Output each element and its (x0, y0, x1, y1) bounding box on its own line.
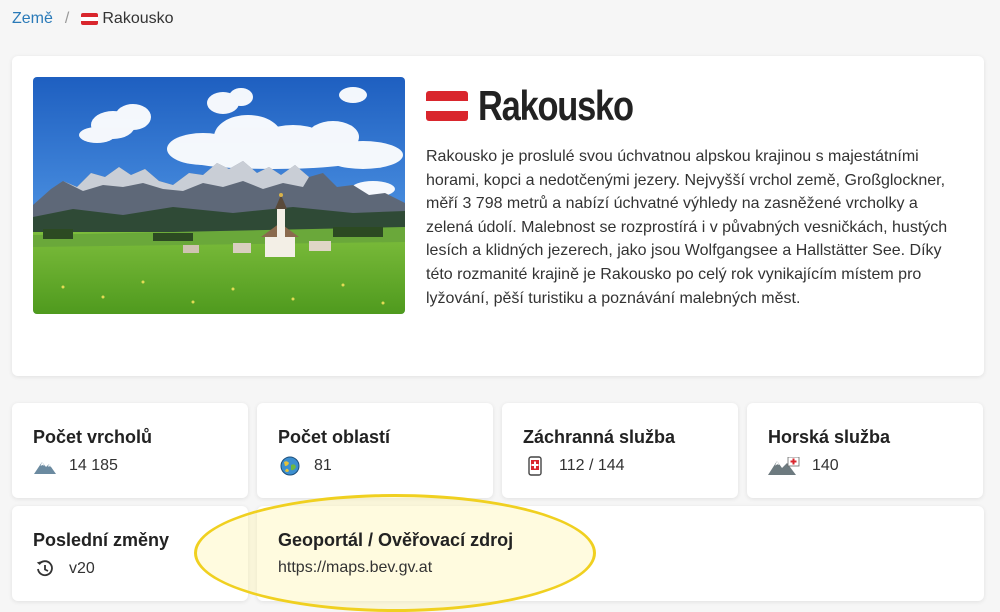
mountains-icon (33, 456, 57, 476)
stat-peaks-value: 14 185 (69, 457, 118, 474)
stat-mountain-service-label: Horská služba (768, 427, 891, 447)
mobile-phone-icon (523, 456, 547, 476)
stat-geoportal-card: Geoportál / Ověřovací zdroj https://maps… (257, 506, 984, 601)
stat-peaks-label: Počet vrcholů (33, 427, 153, 447)
austria-flag-icon (426, 91, 468, 121)
stat-rescue-label: Záchranná služba (523, 427, 676, 447)
stat-rescue-card: Záchranná služba 112 / 144 (502, 403, 738, 498)
mountain-rescue-icon (768, 456, 800, 476)
country-description: Rakousko je proslulé svou úchvatnou alps… (426, 148, 948, 307)
breadcrumb-current-label: Rakousko (102, 10, 174, 27)
history-icon (33, 559, 57, 579)
breadcrumb-countries-link[interactable]: Země (12, 10, 53, 28)
country-overview-card: Rakousko Rakousko je proslulé svou úchva… (12, 56, 984, 376)
stat-mountain-service-value: 140 (812, 457, 839, 474)
stat-mountain-service-card: Horská služba 140 (747, 403, 983, 498)
stat-regions-value: 81 (314, 457, 332, 474)
country-landscape-image (33, 77, 405, 314)
stat-changes-value: v20 (69, 560, 95, 577)
country-name: Rakousko (478, 82, 634, 129)
stat-rescue-value: 112 / 144 (559, 457, 625, 474)
geoportal-link[interactable]: https://maps.bev.gv.at (278, 559, 984, 577)
breadcrumb-current: Rakousko (81, 10, 174, 28)
stat-geoportal-label: Geoportál / Ověřovací zdroj (278, 530, 514, 550)
breadcrumb: Země / Rakousko (12, 8, 174, 30)
country-title: Rakousko (426, 82, 667, 130)
stat-regions-card: Počet oblastí 81 (257, 403, 493, 498)
stat-peaks-card: Počet vrcholů 14 185 (12, 403, 248, 498)
breadcrumb-separator: / (64, 10, 70, 27)
stat-regions-label: Počet oblastí (278, 427, 391, 447)
regions-globe-icon (278, 456, 302, 476)
austria-flag-icon (81, 13, 99, 25)
